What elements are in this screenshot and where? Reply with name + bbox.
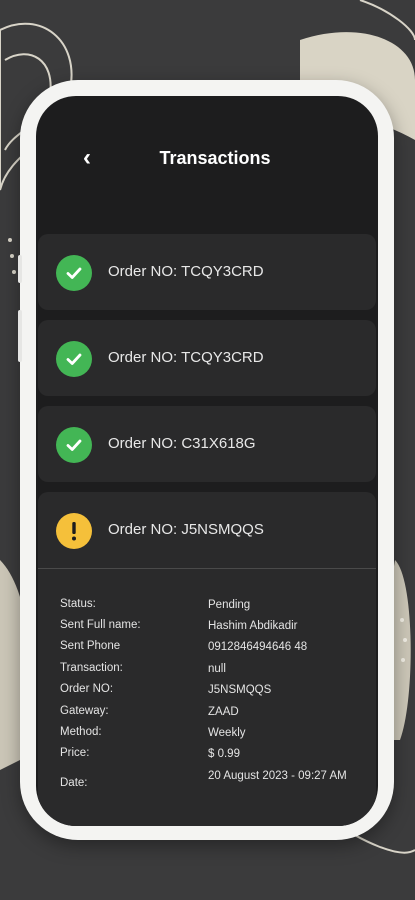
warning-circle-icon	[56, 513, 92, 549]
detail-key: Date:	[60, 777, 88, 789]
detail-key: Sent Full name:	[60, 619, 141, 631]
detail-key: Order NO:	[60, 683, 114, 695]
list-item[interactable]: Order NO: J5NSMQQS	[38, 492, 376, 568]
page-title: Transactions	[159, 148, 271, 168]
detail-value: 0912846494646 48	[208, 641, 308, 653]
detail-value: 20 August 2023 - 09:27 AM	[208, 770, 347, 782]
list-item[interactable]: Order NO: TCQY3CRD	[38, 320, 376, 396]
detail-value: null	[208, 663, 226, 675]
order-number-label: Order NO: J5NSMQQS	[108, 521, 264, 538]
detail-key: Status:	[60, 598, 96, 610]
check-circle-icon	[56, 427, 92, 463]
detail-value: J5NSMQQS	[208, 684, 272, 696]
transaction-card-expanded[interactable]: Order NO: J5NSMQQS Status: Pending Sent …	[38, 492, 376, 826]
detail-value: ZAAD	[208, 706, 239, 718]
detail-key: Price:	[60, 747, 90, 759]
detail-value: Pending	[208, 599, 251, 611]
phone-side-button	[18, 310, 22, 362]
order-number-label: Order NO: TCQY3CRD	[108, 263, 264, 280]
detail-value: Weekly	[208, 727, 246, 739]
status-bar	[36, 96, 378, 106]
check-circle-icon	[56, 255, 92, 291]
list-item[interactable]: Order NO: TCQY3CRD	[38, 234, 376, 310]
detail-key: Gateway:	[60, 705, 109, 717]
transaction-card[interactable]: Order NO: TCQY3CRD	[38, 320, 376, 396]
order-number-label: Order NO: TCQY3CRD	[108, 349, 264, 366]
list-item[interactable]: Order NO: C31X618G	[38, 406, 376, 482]
detail-value: Hashim Abdikadir	[208, 620, 298, 632]
detail-key: Sent Phone	[60, 640, 121, 652]
detail-value: $ 0.99	[208, 748, 240, 760]
check-circle-icon	[56, 341, 92, 377]
divider	[38, 568, 376, 569]
order-number-label: Order NO: C31X618G	[108, 435, 256, 452]
app-header: ‹ Transactions	[36, 136, 378, 180]
transaction-card[interactable]: Order NO: TCQY3CRD	[38, 234, 376, 310]
transaction-card[interactable]: Order NO: C31X618G	[38, 406, 376, 482]
detail-key: Transaction:	[60, 662, 123, 674]
detail-key: Method:	[60, 726, 102, 738]
app-screen: ‹ Transactions Order NO: TCQY3CRD Order …	[36, 96, 378, 826]
phone-volume-button	[18, 255, 22, 283]
